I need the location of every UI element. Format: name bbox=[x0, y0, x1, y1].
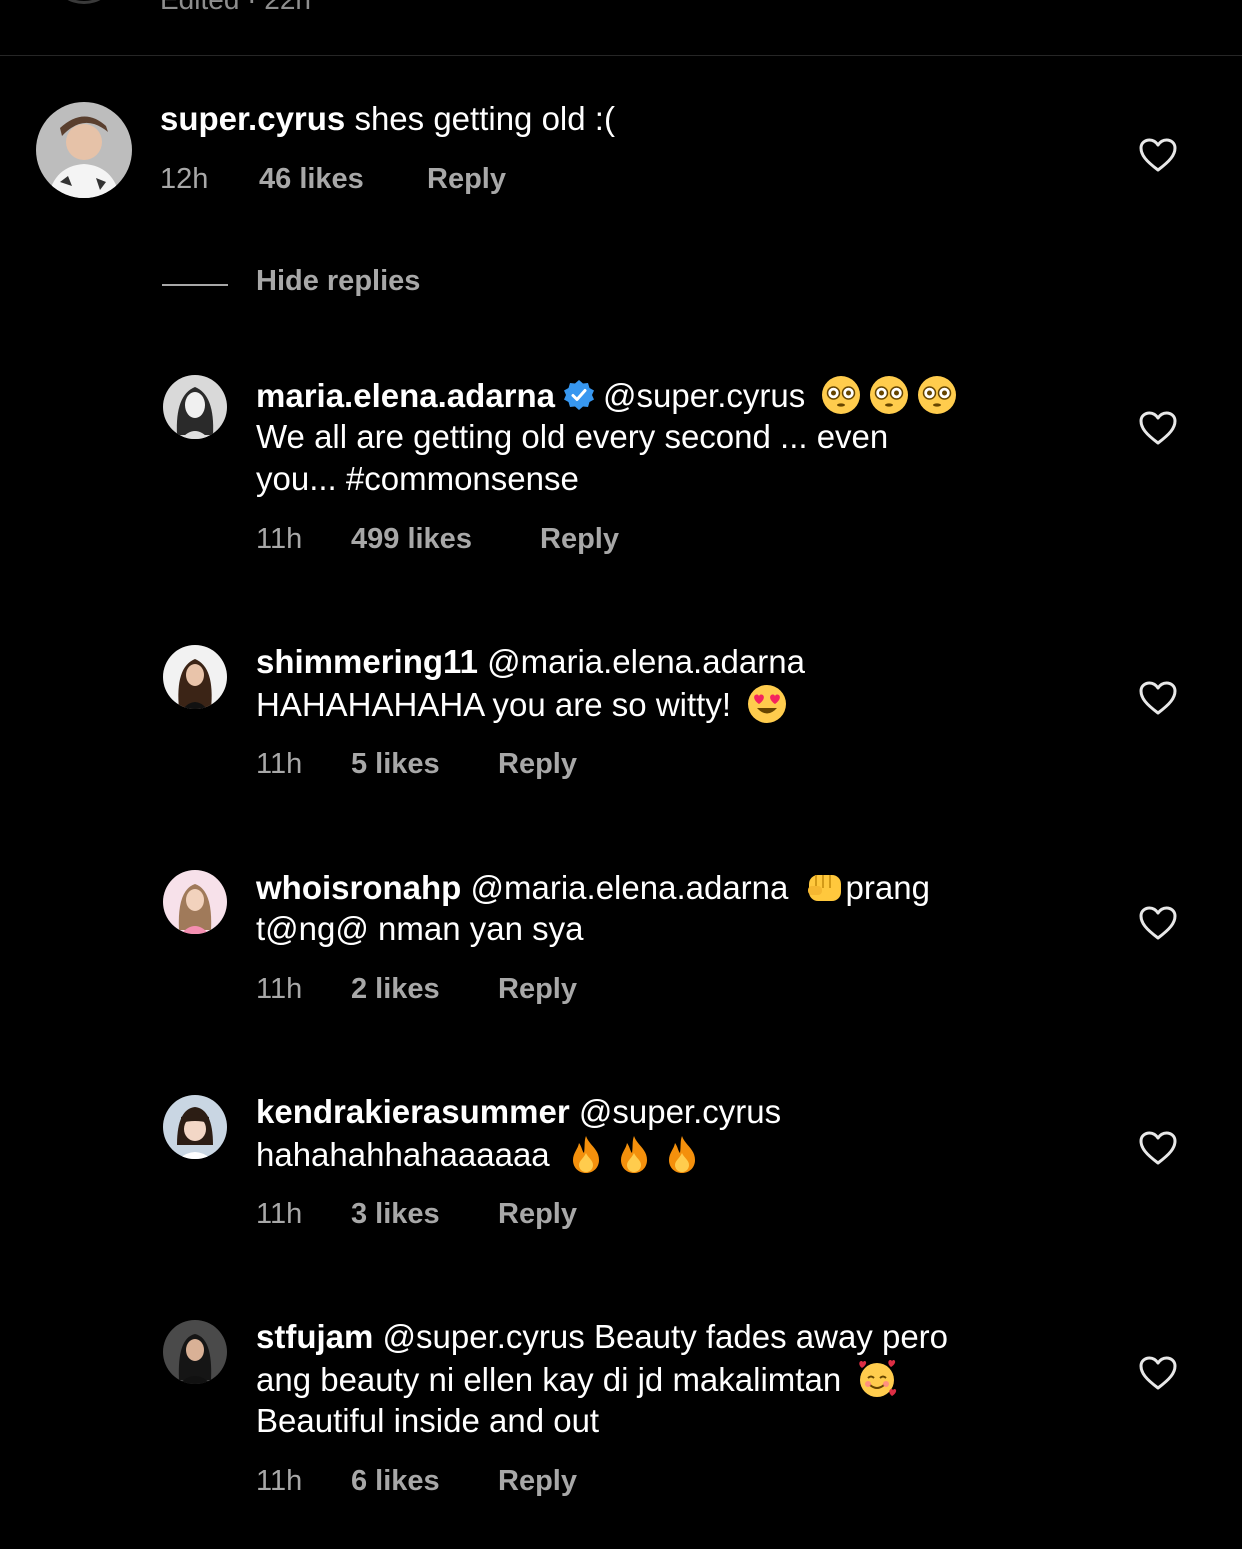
like-heart-icon[interactable] bbox=[1138, 1130, 1178, 1166]
previous-comment-cut: Edited · 22h bbox=[0, 0, 1242, 56]
avatar[interactable] bbox=[36, 102, 132, 198]
flushed-face-emoji-icon bbox=[868, 374, 910, 416]
like-heart-icon[interactable] bbox=[1138, 137, 1178, 173]
mention-link[interactable]: @super.cyrus bbox=[603, 377, 805, 414]
likes-count[interactable]: 3 likes bbox=[351, 1198, 498, 1231]
avatar[interactable] bbox=[163, 870, 227, 934]
likes-count[interactable]: 5 likes bbox=[351, 748, 498, 781]
comment-body-line: you... #commonsense bbox=[256, 460, 579, 497]
avatar[interactable] bbox=[163, 1320, 227, 1384]
avatar[interactable] bbox=[163, 1095, 227, 1159]
comment-text: maria.elena.adarna @super.cyrus bbox=[256, 374, 958, 417]
username-link[interactable]: super.cyrus bbox=[160, 100, 345, 137]
like-heart-icon[interactable] bbox=[1138, 680, 1178, 716]
comment-body: shes getting old :( bbox=[354, 100, 615, 137]
smiling-face-with-hearts-emoji-icon bbox=[856, 1358, 898, 1400]
comment-meta: 11h 499 likes Reply bbox=[256, 523, 619, 556]
username-link[interactable]: whoisronahp bbox=[256, 869, 461, 906]
avatar-image bbox=[36, 102, 132, 198]
fire-emoji-icon bbox=[661, 1133, 703, 1175]
timestamp: 12h bbox=[160, 163, 209, 195]
divider bbox=[162, 284, 228, 286]
avatar[interactable] bbox=[163, 375, 227, 439]
like-heart-icon[interactable] bbox=[1138, 1355, 1178, 1391]
mention-link[interactable]: @super.cyrus bbox=[579, 1093, 781, 1130]
username-link[interactable]: kendrakierasummer bbox=[256, 1093, 570, 1130]
oncoming-fist-emoji-icon bbox=[804, 866, 846, 908]
comment-body: prang bbox=[845, 869, 930, 906]
reply-button[interactable]: Reply bbox=[540, 523, 619, 556]
comment-meta: 12h 46 likes Reply bbox=[160, 163, 506, 196]
flushed-face-emoji-icon bbox=[820, 374, 862, 416]
likes-count[interactable]: 499 likes bbox=[351, 523, 540, 556]
username-link[interactable]: stfujam bbox=[256, 1318, 373, 1355]
comment-body: hahahahhahaaaaaa bbox=[256, 1136, 550, 1173]
reply-button[interactable]: Reply bbox=[498, 973, 577, 1006]
avatar-image bbox=[163, 1320, 227, 1384]
hide-replies-label: Hide replies bbox=[256, 265, 421, 297]
reply-button[interactable]: Reply bbox=[498, 748, 577, 781]
avatar[interactable] bbox=[163, 645, 227, 709]
comment-meta: 11h 3 likes Reply bbox=[256, 1198, 577, 1231]
comment-body-line: HAHAHAHAHA you are so witty! bbox=[256, 683, 788, 726]
reply-button[interactable]: Reply bbox=[498, 1198, 577, 1231]
likes-count[interactable]: 2 likes bbox=[351, 973, 498, 1006]
fire-emoji-icon bbox=[613, 1133, 655, 1175]
avatar-image bbox=[163, 1095, 227, 1159]
timestamp: 11h bbox=[256, 523, 303, 555]
avatar-image bbox=[163, 645, 227, 709]
heart-eyes-face-emoji-icon bbox=[746, 683, 788, 725]
timestamp: 11h bbox=[256, 1465, 303, 1497]
comment-text: whoisronahp @maria.elena.adarna prang bbox=[256, 866, 930, 909]
comment-body-line: hahahahhahaaaaaa bbox=[256, 1133, 703, 1176]
comment-meta: 11h 5 likes Reply bbox=[256, 748, 577, 781]
verified-badge-icon bbox=[563, 379, 595, 411]
timestamp: 11h bbox=[256, 973, 303, 1005]
comment-text: shimmering11 @maria.elena.adarna bbox=[256, 641, 805, 683]
avatar bbox=[56, 0, 112, 4]
fire-emoji-icon bbox=[565, 1133, 607, 1175]
username-link[interactable]: maria.elena.adarna bbox=[256, 377, 555, 414]
comment-body-line: We all are getting old every second ... … bbox=[256, 418, 889, 455]
comment-text: super.cyrus shes getting old :( bbox=[160, 98, 615, 140]
timestamp: 11h bbox=[256, 1198, 303, 1230]
reply-button[interactable]: Reply bbox=[498, 1465, 577, 1498]
comment-meta: Edited · 22h bbox=[160, 0, 311, 16]
avatar-image bbox=[163, 870, 227, 934]
comment-body: HAHAHAHAHA you are so witty! bbox=[256, 686, 731, 723]
comment-body-line: Beautiful inside and out bbox=[256, 1402, 600, 1439]
timestamp: 11h bbox=[256, 748, 303, 780]
mention-link[interactable]: @maria.elena.adarna bbox=[487, 643, 805, 680]
comment-body: ang beauty ni ellen kay di jd makalimtan bbox=[256, 1361, 842, 1398]
like-heart-icon[interactable] bbox=[1138, 410, 1178, 446]
comment-body: Beauty fades away pero bbox=[593, 1318, 949, 1355]
username-link[interactable]: shimmering11 bbox=[256, 643, 478, 680]
avatar-image bbox=[163, 375, 227, 439]
comment-text: stfujam @super.cyrus Beauty fades away p… bbox=[256, 1316, 948, 1358]
comment-meta: 11h 6 likes Reply bbox=[256, 1465, 577, 1498]
mention-link[interactable]: @maria.elena.adarna bbox=[471, 869, 789, 906]
like-heart-icon[interactable] bbox=[1138, 905, 1178, 941]
mention-link[interactable]: @super.cyrus bbox=[383, 1318, 585, 1355]
comment-body-line: ang beauty ni ellen kay di jd makalimtan bbox=[256, 1358, 898, 1401]
comment-body-line: t@ng@ nman yan sya bbox=[256, 910, 584, 947]
reply-button[interactable]: Reply bbox=[427, 163, 506, 196]
likes-count[interactable]: 46 likes bbox=[259, 163, 427, 196]
likes-count[interactable]: 6 likes bbox=[351, 1465, 498, 1498]
comment-text: kendrakierasummer @super.cyrus bbox=[256, 1091, 781, 1133]
comment-meta: 11h 2 likes Reply bbox=[256, 973, 577, 1006]
flushed-face-emoji-icon bbox=[916, 374, 958, 416]
